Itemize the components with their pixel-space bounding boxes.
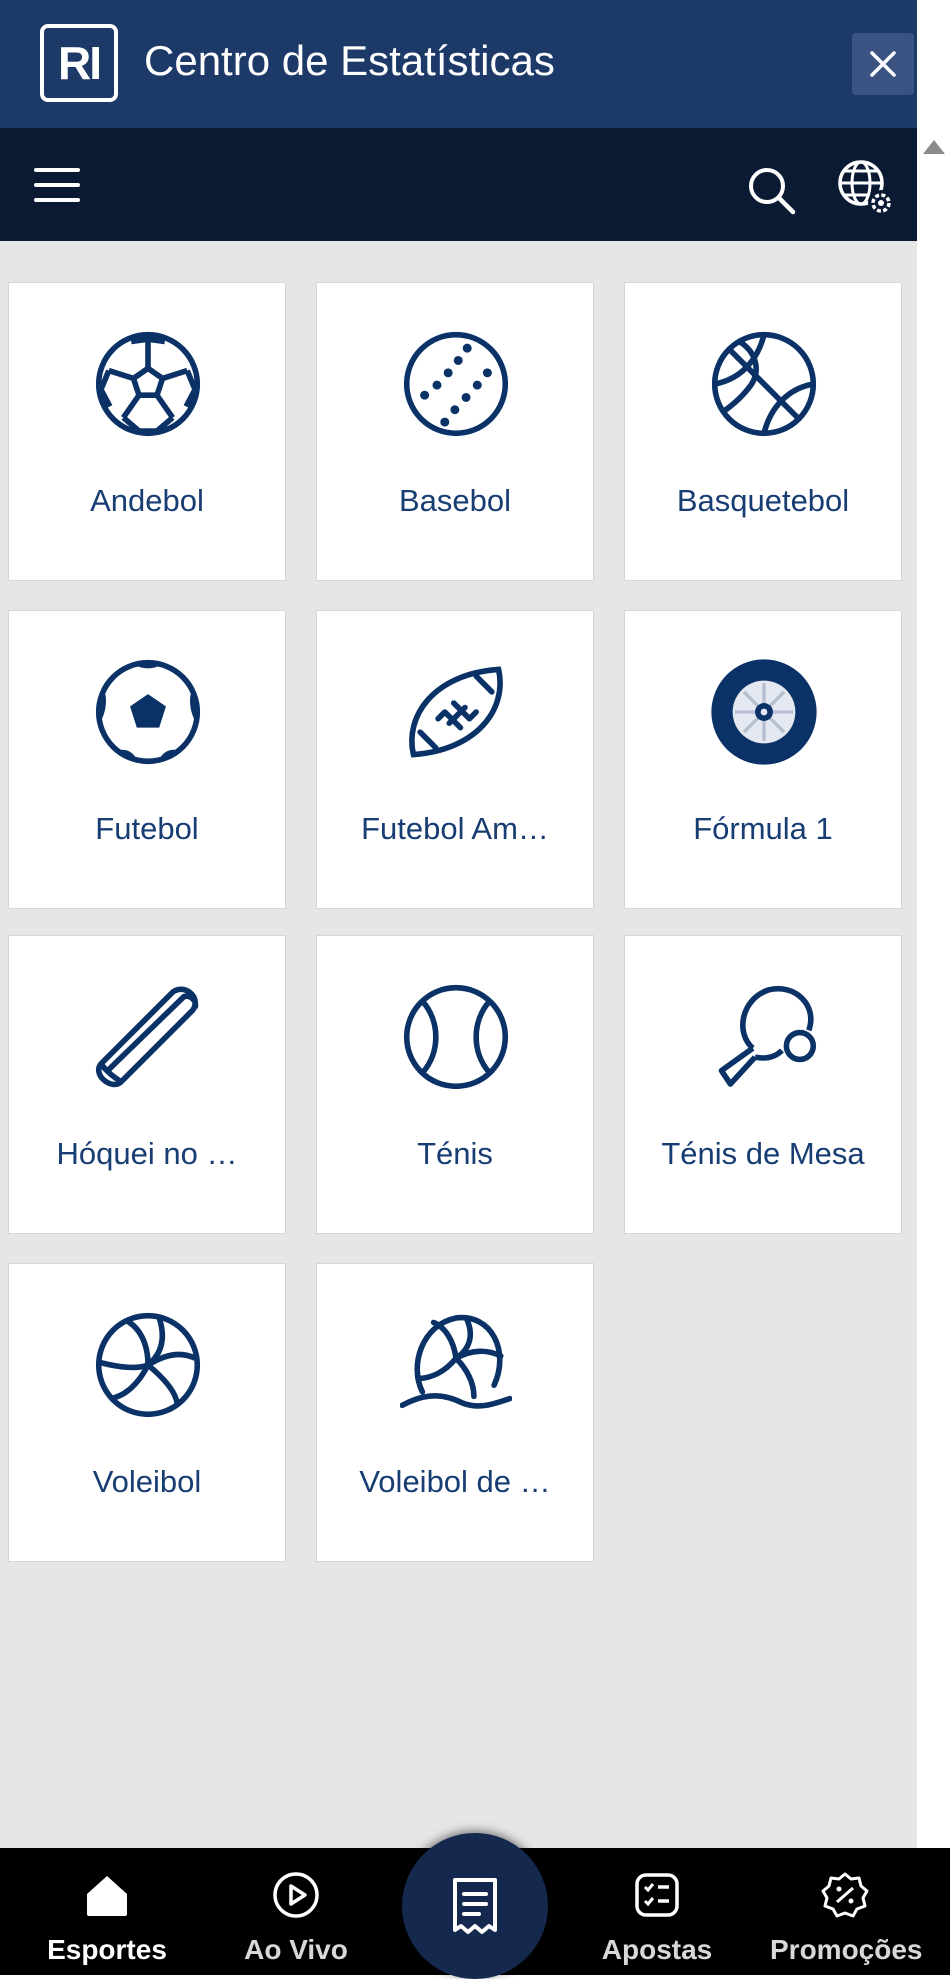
nav-item-promocoes[interactable]: Promoções	[770, 1848, 923, 1975]
baseball-icon	[403, 331, 509, 437]
sports-grid-area: Andebol Basebol Basquetebol Futebol Fute…	[0, 241, 917, 1848]
bet-list-icon	[635, 1873, 679, 1917]
nav-item-esportes[interactable]: Esportes	[32, 1848, 182, 1975]
close-icon	[870, 51, 896, 77]
home-icon	[87, 1876, 127, 1916]
nav-label: Apostas	[601, 1934, 713, 1965]
sport-label: Futebol Am…	[361, 811, 549, 846]
search-icon	[749, 168, 796, 215]
menu-button[interactable]	[22, 150, 92, 220]
soccer-ball-icon	[95, 659, 201, 765]
sport-tile-futebol-americano[interactable]: Futebol Am…	[316, 610, 594, 909]
language-settings-button[interactable]	[831, 153, 901, 223]
american-football-icon	[409, 666, 503, 758]
search-button[interactable]	[736, 155, 806, 225]
close-button[interactable]	[852, 33, 914, 95]
sport-label: Futebol	[95, 811, 199, 846]
sport-tile-formula-1[interactable]: Fórmula 1	[624, 610, 902, 909]
table-tennis-icon	[718, 985, 817, 1087]
nav-label: Promoções	[770, 1934, 923, 1965]
nav-label: Ao Vivo	[244, 1934, 348, 1965]
beach-volleyball-icon	[400, 1314, 512, 1409]
hamburger-menu-icon	[34, 168, 80, 202]
sport-tile-voleibol-de-praia[interactable]: Voleibol de …	[316, 1263, 594, 1562]
app-title: Centro de Estatísticas	[144, 37, 555, 84]
basketball-icon	[711, 331, 817, 437]
sport-tile-tenis-de-mesa[interactable]: Ténis de Mesa	[624, 935, 902, 1234]
betslip-icon	[453, 1878, 497, 1934]
sport-label: Andebol	[90, 483, 204, 518]
title-bar: RI Centro de Estatísticas	[0, 0, 917, 128]
play-circle-icon	[273, 1872, 319, 1918]
sport-tile-voleibol[interactable]: Voleibol	[8, 1263, 286, 1562]
nav-item-ao-vivo[interactable]: Ao Vivo	[221, 1848, 371, 1975]
brand-logo: RI	[40, 24, 118, 102]
nav-label: Esportes	[47, 1934, 167, 1965]
sport-tile-basquetebol[interactable]: Basquetebol	[624, 282, 902, 581]
sport-label: Voleibol	[92, 1464, 202, 1499]
sport-tile-futebol[interactable]: Futebol	[8, 610, 286, 909]
sport-tile-basebol[interactable]: Basebol	[316, 282, 594, 581]
toolbar	[0, 128, 917, 241]
sport-label: Fórmula 1	[693, 811, 833, 846]
volleyball-icon	[95, 1312, 201, 1418]
formula1-wheel-icon	[711, 659, 817, 765]
sport-label: Ténis de Mesa	[661, 1136, 865, 1171]
sport-label: Basquetebol	[676, 483, 850, 518]
sport-tile-tenis[interactable]: Ténis	[316, 935, 594, 1234]
hockey-puck-icon	[96, 986, 199, 1088]
handball-icon	[95, 331, 201, 437]
betslip-button[interactable]	[402, 1833, 548, 1979]
sport-label: Voleibol de …	[359, 1464, 551, 1499]
promo-badge-icon	[821, 1872, 869, 1918]
globe-settings-icon	[838, 160, 894, 216]
tennis-ball-icon	[403, 984, 509, 1090]
sport-tile-andebol[interactable]: Andebol	[8, 282, 286, 581]
sport-label: Hóquei no …	[56, 1136, 238, 1171]
sport-tile-hoquei[interactable]: Hóquei no …	[8, 935, 286, 1234]
scroll-up-arrow-icon[interactable]	[923, 140, 945, 154]
nav-item-apostas[interactable]: Apostas	[582, 1848, 732, 1975]
sport-label: Basebol	[398, 483, 512, 518]
scrollbar[interactable]	[917, 128, 950, 1848]
sport-label: Ténis	[417, 1136, 493, 1171]
